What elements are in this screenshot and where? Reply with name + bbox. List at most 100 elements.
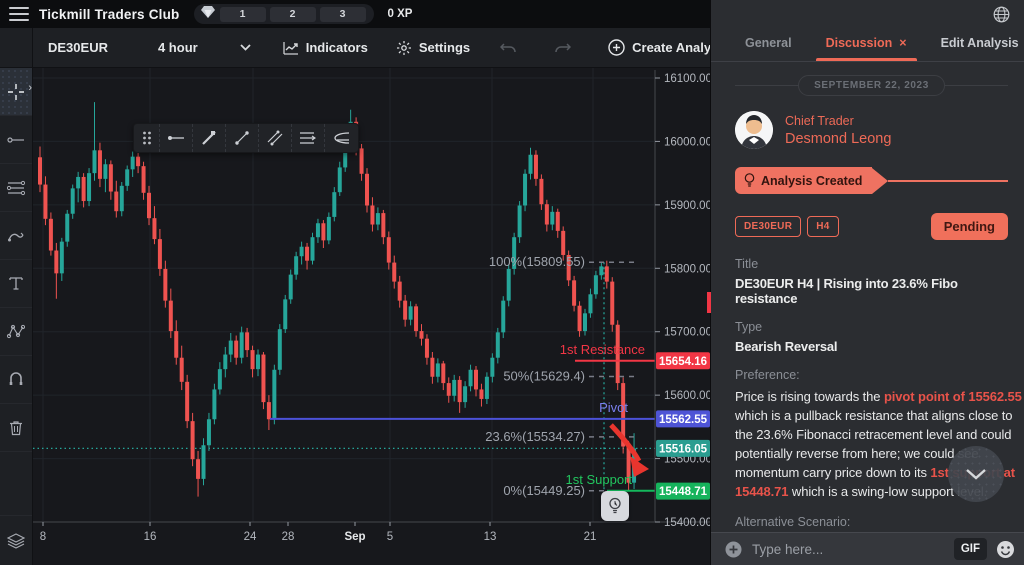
fib-label: 100%(15809.55) bbox=[489, 254, 585, 269]
candle bbox=[457, 379, 462, 403]
level-2[interactable]: 2 bbox=[269, 6, 316, 22]
candle bbox=[326, 216, 331, 241]
xp-counter: 0 XP bbox=[387, 8, 413, 20]
scroll-to-bottom-button[interactable] bbox=[948, 446, 1004, 502]
timeframe-dropdown[interactable]: 4 hour bbox=[130, 28, 269, 67]
close-tab-icon[interactable]: × bbox=[899, 36, 906, 50]
tool-horizontal-ray[interactable] bbox=[160, 124, 193, 152]
candle bbox=[272, 369, 277, 420]
horizontal-ray-icon bbox=[168, 136, 184, 140]
candle bbox=[424, 338, 429, 358]
candle bbox=[583, 313, 587, 332]
candle bbox=[506, 268, 511, 301]
author-name[interactable]: Desmond Leong bbox=[785, 131, 891, 147]
candle bbox=[114, 191, 119, 212]
candle bbox=[136, 156, 141, 167]
candle bbox=[446, 383, 451, 396]
candle bbox=[179, 357, 184, 382]
tool-crosshair[interactable]: › bbox=[0, 68, 32, 116]
candle bbox=[370, 205, 375, 225]
level-3[interactable]: 3 bbox=[319, 6, 366, 22]
tool-parallel-channel[interactable] bbox=[259, 124, 292, 152]
author-row: Chief Trader Desmond Leong bbox=[735, 111, 1008, 149]
symbol-tag[interactable]: DE30EUR bbox=[735, 216, 802, 237]
chevron-down-icon bbox=[240, 44, 251, 51]
time-tick: 24 bbox=[244, 531, 257, 543]
candle bbox=[441, 363, 446, 384]
svg-text:15800.00: 15800.00 bbox=[664, 263, 710, 275]
avatar[interactable] bbox=[735, 111, 773, 149]
tool-xabcd-pattern[interactable] bbox=[0, 308, 32, 356]
tool-curve[interactable] bbox=[325, 124, 358, 152]
candle bbox=[250, 350, 255, 370]
candle bbox=[239, 332, 244, 358]
settings-button[interactable]: Settings bbox=[382, 28, 484, 67]
candle bbox=[474, 369, 478, 390]
tool-trend-line-bold[interactable] bbox=[193, 124, 226, 152]
undo-icon bbox=[500, 42, 516, 52]
candle bbox=[419, 331, 424, 339]
emoji-icon[interactable] bbox=[996, 540, 1015, 559]
redo-button[interactable] bbox=[539, 28, 594, 67]
chat-input[interactable] bbox=[752, 541, 954, 557]
chart-area[interactable]: 100%(15809.55) 50%(15629.4) 23.6%(15534.27… bbox=[33, 68, 710, 565]
tool-fib-retracement[interactable] bbox=[0, 164, 32, 212]
undo-button[interactable] bbox=[484, 28, 539, 67]
candle bbox=[359, 148, 364, 174]
timeframe-tag[interactable]: H4 bbox=[807, 216, 839, 237]
tool-delete[interactable] bbox=[0, 404, 32, 452]
chevron-down-icon bbox=[966, 469, 986, 480]
svg-text:15654.16: 15654.16 bbox=[659, 356, 707, 368]
candle bbox=[92, 150, 97, 174]
menu-icon[interactable] bbox=[9, 7, 29, 21]
candle bbox=[174, 331, 179, 358]
parallel-channel-icon bbox=[267, 130, 283, 146]
tool-trend-line-thin[interactable] bbox=[226, 124, 259, 152]
indicators-button[interactable]: Indicators bbox=[269, 28, 382, 67]
level-label: 1st Resistance bbox=[560, 342, 645, 357]
floating-drawing-toolbar[interactable] bbox=[133, 123, 359, 153]
tool-brush[interactable] bbox=[0, 212, 32, 260]
add-attachment-icon[interactable] bbox=[725, 541, 742, 558]
gif-button[interactable]: GIF bbox=[953, 538, 987, 560]
tab-discussion[interactable]: Discussion × bbox=[815, 36, 917, 61]
tool-magnet[interactable] bbox=[0, 356, 32, 404]
analysis-type: Bearish Reversal bbox=[735, 339, 838, 354]
candle bbox=[157, 239, 162, 269]
analysis-idea-button[interactable] bbox=[601, 491, 629, 521]
xp-levels-pill: 1 2 3 bbox=[193, 4, 374, 24]
tool-fib-levels[interactable] bbox=[292, 124, 325, 152]
toolbar-drag-handle[interactable] bbox=[134, 124, 160, 152]
candle bbox=[119, 185, 124, 212]
curve-icon bbox=[333, 132, 349, 144]
candle bbox=[501, 300, 506, 333]
candle bbox=[43, 184, 48, 219]
tool-object-tree[interactable] bbox=[0, 515, 32, 565]
globe-icon[interactable] bbox=[993, 6, 1010, 23]
symbol-button[interactable]: DE30EUR bbox=[33, 28, 130, 67]
candle bbox=[294, 256, 299, 275]
tab-edit-analysis[interactable]: Edit Analysis bbox=[931, 36, 1024, 61]
lightbulb-icon bbox=[744, 173, 755, 187]
candle bbox=[201, 445, 206, 479]
candle bbox=[572, 280, 577, 306]
candle bbox=[168, 300, 173, 332]
level-1[interactable]: 1 bbox=[219, 6, 266, 22]
tool-text[interactable] bbox=[0, 260, 32, 308]
fib-levels-icon bbox=[300, 132, 316, 144]
candle bbox=[435, 363, 440, 377]
create-analysis-button[interactable]: Create Analysis bbox=[594, 28, 710, 67]
candle bbox=[81, 176, 86, 202]
plus-circle-icon bbox=[608, 39, 625, 56]
candle bbox=[256, 354, 260, 370]
tool-trend-line[interactable] bbox=[0, 116, 32, 164]
candle bbox=[463, 386, 468, 403]
grip-icon bbox=[142, 131, 151, 145]
candle bbox=[305, 246, 310, 261]
candle bbox=[288, 274, 293, 300]
sidebar-expand-caret[interactable]: › bbox=[28, 82, 32, 94]
candle bbox=[321, 223, 326, 241]
time-axis: 8 16 24 28 Sep 5 13 21 bbox=[40, 522, 596, 543]
tab-general[interactable]: General bbox=[735, 36, 802, 61]
candle bbox=[604, 266, 609, 282]
